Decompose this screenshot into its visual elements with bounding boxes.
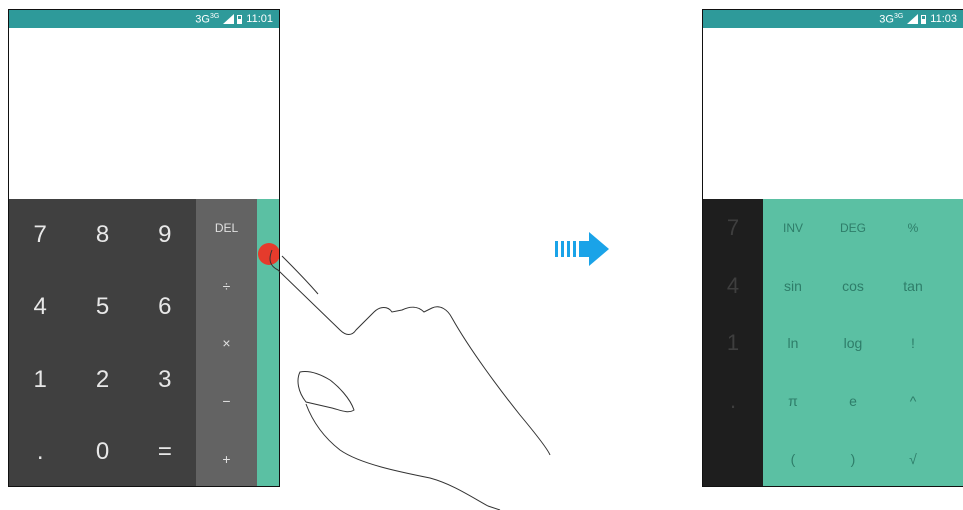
key-6[interactable]: 6 bbox=[134, 271, 196, 343]
key-7[interactable]: 7 bbox=[9, 199, 71, 271]
status-bar: 3G3G 11:01 bbox=[9, 10, 279, 28]
e-button[interactable]: e bbox=[823, 372, 883, 430]
delete-button[interactable]: DEL bbox=[196, 199, 257, 257]
status-time: 11:01 bbox=[246, 13, 273, 25]
touch-indicator bbox=[258, 243, 279, 265]
divide-button[interactable]: ÷ bbox=[196, 257, 257, 315]
network-indicator: 3G3G bbox=[195, 12, 220, 26]
deg-button[interactable]: DEG bbox=[823, 199, 883, 257]
open-paren-button[interactable]: ( bbox=[763, 430, 823, 486]
key-9[interactable]: 9 bbox=[134, 199, 196, 271]
key-decimal: . bbox=[729, 388, 737, 414]
right-phone-screen: 3G3G 11:03 7 4 1 . INV DEG % sin cos tan… bbox=[702, 9, 963, 487]
key-decimal[interactable]: . bbox=[9, 416, 71, 486]
key-equals[interactable]: = bbox=[134, 416, 196, 486]
inv-button[interactable]: INV bbox=[763, 199, 823, 257]
key-3[interactable]: 3 bbox=[134, 344, 196, 416]
percent-button[interactable]: % bbox=[883, 199, 943, 257]
number-pad: 7 8 9 4 5 6 1 2 3 . 0 = bbox=[9, 199, 196, 486]
factorial-button[interactable]: ! bbox=[883, 315, 943, 373]
add-button[interactable]: + bbox=[196, 430, 257, 486]
key-0[interactable]: 0 bbox=[71, 416, 133, 486]
key-1[interactable]: 1 bbox=[9, 344, 71, 416]
cos-button[interactable]: cos bbox=[823, 257, 883, 315]
key-5[interactable]: 5 bbox=[71, 271, 133, 343]
calculator-display bbox=[703, 28, 963, 199]
status-bar: 3G3G 11:03 bbox=[703, 10, 963, 28]
key-1: 1 bbox=[726, 330, 740, 356]
left-phone-screen: 3G3G 11:01 7 8 9 4 5 6 1 2 3 . 0 = DEL ÷… bbox=[8, 9, 280, 487]
signal-icon bbox=[907, 14, 919, 24]
swipe-arrow-icon bbox=[555, 232, 609, 266]
network-indicator: 3G3G bbox=[879, 12, 904, 26]
advanced-functions-panel: INV DEG % sin cos tan ln log ! π e ^ ( )… bbox=[763, 199, 963, 486]
battery-icon bbox=[921, 14, 927, 24]
ln-button[interactable]: ln bbox=[763, 315, 823, 373]
key-4[interactable]: 4 bbox=[9, 271, 71, 343]
pi-button[interactable]: π bbox=[763, 372, 823, 430]
sin-button[interactable]: sin bbox=[763, 257, 823, 315]
multiply-button[interactable]: × bbox=[196, 315, 257, 373]
close-paren-button[interactable]: ) bbox=[823, 430, 883, 486]
signal-icon bbox=[223, 14, 235, 24]
tan-button[interactable]: tan bbox=[883, 257, 943, 315]
key-2[interactable]: 2 bbox=[71, 344, 133, 416]
key-8[interactable]: 8 bbox=[71, 199, 133, 271]
key-4: 4 bbox=[726, 272, 740, 298]
log-button[interactable]: log bbox=[823, 315, 883, 373]
sqrt-button[interactable]: √ bbox=[883, 430, 943, 486]
operator-pad: DEL ÷ × − + bbox=[196, 199, 257, 486]
power-button[interactable]: ^ bbox=[883, 372, 943, 430]
calculator-display bbox=[9, 28, 279, 199]
subtract-button[interactable]: − bbox=[196, 372, 257, 430]
key-empty bbox=[703, 430, 763, 486]
status-time: 11:03 bbox=[930, 13, 957, 25]
key-7: 7 bbox=[726, 214, 740, 240]
dimmed-number-pad: 7 4 1 . bbox=[703, 199, 763, 486]
battery-icon bbox=[237, 14, 243, 24]
